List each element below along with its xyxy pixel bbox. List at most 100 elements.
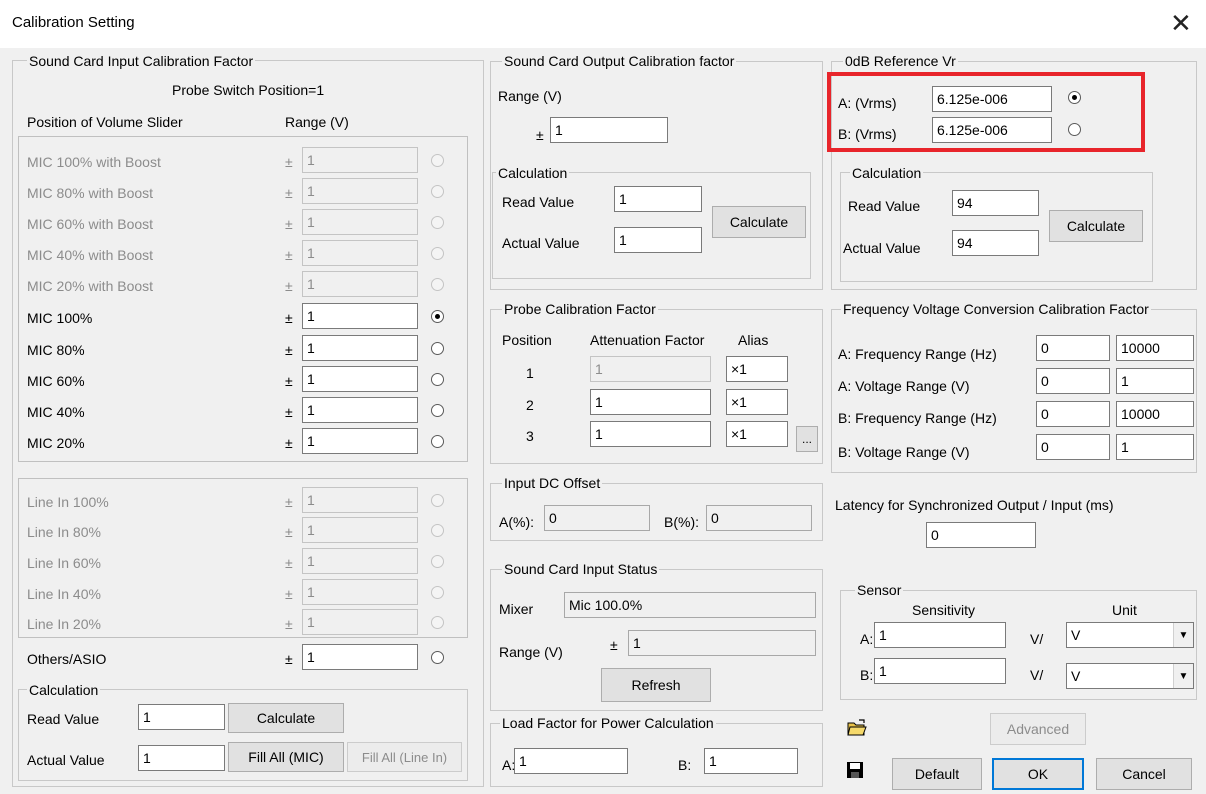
fill-all-mic-button[interactable]: Fill All (MIC) [228,742,344,772]
calculate-button[interactable]: Calculate [712,206,806,238]
row-radio[interactable] [431,373,444,386]
actual-value-label: Actual Value [502,235,580,251]
row-radio[interactable] [431,616,444,629]
per-unit-label: V/ [1030,667,1044,683]
actual-value-input[interactable] [138,745,225,771]
plus-minus: ± [285,373,293,389]
row-radio[interactable] [431,555,444,568]
load-factor-a-input[interactable] [514,748,628,774]
row-radio[interactable] [431,404,444,417]
open-folder-icon[interactable] [846,718,868,738]
fill-all-line-in-button[interactable]: Fill All (Line In) [347,742,462,772]
range-input[interactable] [302,609,418,635]
range-input[interactable] [302,147,418,173]
row-radio[interactable] [431,278,444,291]
read-value-input[interactable] [138,704,225,730]
max-input[interactable] [1116,368,1194,394]
min-input[interactable] [1036,434,1110,460]
calculate-button[interactable]: Calculate [228,703,344,733]
plus-minus: ± [285,310,293,326]
range-input[interactable] [302,644,418,670]
range-input[interactable] [302,366,418,392]
range-input[interactable] [302,335,418,361]
unit-select[interactable]: V ▼ [1066,622,1194,648]
probe-position: 3 [526,428,534,444]
attenuation-input[interactable] [590,356,711,382]
row-radio[interactable] [431,524,444,537]
plus-minus: ± [285,555,293,571]
max-input[interactable] [1116,434,1194,460]
chevron-down-icon[interactable]: ▼ [1173,623,1193,647]
range-input[interactable] [302,487,418,513]
unit-select-value: V [1071,668,1081,684]
output-calculation-title: Calculation [496,165,570,181]
row-radio[interactable] [431,185,444,198]
sensor-b-label: B: [860,667,874,683]
row-radio[interactable] [431,247,444,260]
ref-b-input[interactable] [932,117,1052,143]
row-radio[interactable] [431,435,444,448]
range-input[interactable] [302,548,418,574]
default-button[interactable]: Default [892,758,982,790]
range-input[interactable] [302,579,418,605]
min-input[interactable] [1036,368,1110,394]
ref-a-radio-selected[interactable] [1068,91,1081,104]
alias-input[interactable] [726,389,788,415]
actual-value-input[interactable] [952,230,1039,256]
ref-calculation-title: Calculation [850,165,924,181]
row-radio[interactable] [431,651,444,664]
range-input[interactable] [302,397,418,423]
plus-minus: ± [285,651,293,667]
row-radio[interactable] [431,342,444,355]
range-input[interactable] [302,240,418,266]
probe-more-button[interactable]: ... [796,426,818,452]
row-label: MIC 40% [27,404,85,420]
mixer-value-field[interactable] [564,592,816,618]
latency-input[interactable] [926,522,1036,548]
plus-minus: ± [285,524,293,540]
unit-select[interactable]: V ▼ [1066,663,1194,689]
range-input[interactable] [302,303,418,329]
alias-input[interactable] [726,421,788,447]
range-input[interactable] [302,517,418,543]
attenuation-input[interactable] [590,421,711,447]
max-input[interactable] [1116,401,1194,427]
row-radio[interactable] [431,154,444,167]
row-radio[interactable] [431,216,444,229]
save-disk-icon[interactable] [846,761,864,779]
range-input[interactable] [302,271,418,297]
alias-input[interactable] [726,356,788,382]
max-input[interactable] [1116,335,1194,361]
row-radio[interactable] [431,586,444,599]
ref-b-radio[interactable] [1068,123,1081,136]
attenuation-input[interactable] [590,389,711,415]
load-factor-b-input[interactable] [704,748,798,774]
range-input[interactable] [302,178,418,204]
advanced-button[interactable]: Advanced [990,713,1086,745]
read-value-input[interactable] [614,186,702,212]
output-range-input[interactable] [550,117,668,143]
row-radio[interactable] [431,494,444,507]
ok-button[interactable]: OK [992,758,1084,790]
sensitivity-input[interactable] [874,658,1006,684]
min-input[interactable] [1036,335,1110,361]
ref-a-input[interactable] [932,86,1052,112]
dc-offset-b-input[interactable] [706,505,812,531]
cancel-button[interactable]: Cancel [1096,758,1192,790]
status-range-field[interactable] [628,630,816,656]
actual-value-input[interactable] [614,227,702,253]
calculate-button[interactable]: Calculate [1049,210,1143,242]
row-radio-selected[interactable] [431,310,444,323]
close-icon[interactable]: ✕ [1170,8,1192,38]
chevron-down-icon[interactable]: ▼ [1173,664,1193,688]
min-input[interactable] [1036,401,1110,427]
row-label: MIC 80% with Boost [27,185,154,201]
row-label: A: Voltage Range (V) [838,378,970,394]
read-value-input[interactable] [952,190,1039,216]
range-input[interactable] [302,209,418,235]
refresh-button[interactable]: Refresh [601,668,711,702]
read-value-label: Read Value [502,194,575,210]
dc-offset-a-input[interactable] [544,505,650,531]
range-input[interactable] [302,428,418,454]
sensitivity-input[interactable] [874,622,1006,648]
